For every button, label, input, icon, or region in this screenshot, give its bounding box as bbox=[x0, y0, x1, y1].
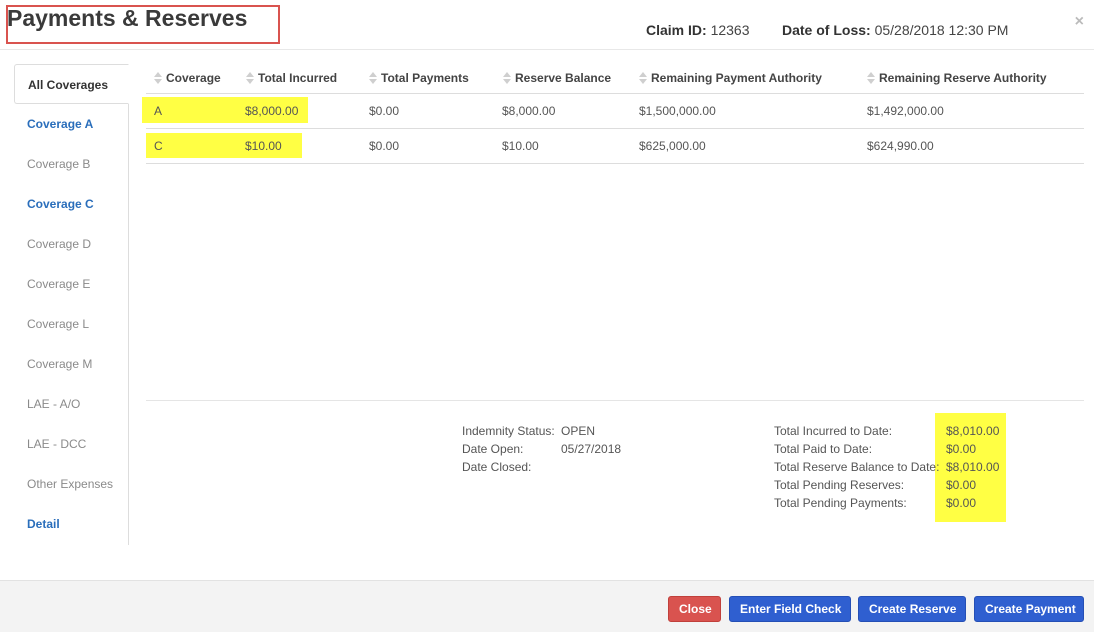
date-of-loss: Date of Loss: 05/28/2018 12:30 PM bbox=[782, 22, 1008, 38]
date-open-value: 05/27/2018 bbox=[561, 442, 622, 456]
column-header-reserve-balance[interactable]: Reserve Balance bbox=[503, 71, 611, 85]
sidebar-item-all-coverages[interactable]: All Coverages bbox=[14, 64, 129, 104]
enter-field-check-button[interactable]: Enter Field Check bbox=[729, 596, 851, 622]
total-pending-payments-value: $0.00 bbox=[946, 496, 977, 510]
cell-total-incurred: $10.00 bbox=[245, 139, 282, 153]
sort-icon bbox=[369, 72, 377, 84]
create-payment-button[interactable]: Create Payment bbox=[974, 596, 1084, 622]
indemnity-summary: Indemnity Status: OPEN Date Open: 05/27/… bbox=[462, 422, 621, 476]
total-row: Total Reserve Balance to Date: $8,010.00 bbox=[774, 458, 999, 476]
page-title: Payments & Reserves bbox=[7, 5, 248, 31]
claim-id-value: 12363 bbox=[710, 22, 750, 38]
modal-footer: Close Enter Field Check Create Reserve C… bbox=[0, 580, 1094, 632]
total-row: Total Pending Payments: $0.00 bbox=[774, 494, 976, 512]
cell-remaining-reserve-authority: $624,990.00 bbox=[867, 139, 934, 153]
table-row: C $10.00 $0.00 $10.00 $625,000.00 $624,9… bbox=[146, 129, 1084, 164]
sort-icon bbox=[246, 72, 254, 84]
sort-icon bbox=[503, 72, 511, 84]
sidebar-item-coverage-e[interactable]: Coverage E bbox=[14, 264, 128, 304]
sidebar-item-detail[interactable]: Detail bbox=[14, 504, 128, 544]
sort-icon bbox=[154, 72, 162, 84]
modal-header: Payments & Reserves Claim ID: 12363 Date… bbox=[0, 0, 1094, 50]
sidebar-item-other-expenses[interactable]: Other Expenses bbox=[14, 464, 128, 504]
date-closed-label: Date Closed: bbox=[462, 460, 532, 474]
total-incurred-value: $8,010.00 bbox=[946, 424, 1000, 438]
total-pending-reserves-label: Total Pending Reserves: bbox=[774, 478, 905, 492]
indemnity-status-value: OPEN bbox=[561, 424, 596, 438]
column-header-remaining-reserve-authority[interactable]: Remaining Reserve Authority bbox=[867, 71, 1047, 85]
column-header-coverage[interactable]: Coverage bbox=[154, 71, 221, 85]
total-row: Total Incurred to Date: $8,010.00 bbox=[774, 422, 999, 440]
total-incurred-label: Total Incurred to Date: bbox=[774, 424, 893, 438]
cell-total-payments: $0.00 bbox=[369, 104, 400, 118]
sort-icon bbox=[639, 72, 647, 84]
total-paid-label: Total Paid to Date: bbox=[774, 442, 873, 456]
coverage-table: Coverage Total Incurred Total Payments R… bbox=[142, 64, 1084, 164]
sidebar-item-lae-dcc[interactable]: LAE - DCC bbox=[14, 424, 128, 464]
date-of-loss-value: 05/28/2018 12:30 PM bbox=[874, 22, 1009, 38]
sidebar-item-coverage-a[interactable]: Coverage A bbox=[14, 104, 128, 144]
cell-coverage: C bbox=[154, 139, 163, 153]
total-paid-value: $0.00 bbox=[946, 442, 977, 456]
total-row: Total Pending Reserves: $0.00 bbox=[774, 476, 976, 494]
cell-remaining-payment-authority: $625,000.00 bbox=[639, 139, 706, 153]
sidebar-item-coverage-m[interactable]: Coverage M bbox=[14, 344, 128, 384]
total-pending-reserves-value: $0.00 bbox=[946, 478, 977, 492]
close-button[interactable]: Close bbox=[668, 596, 721, 622]
sidebar-item-coverage-b[interactable]: Coverage B bbox=[14, 144, 128, 184]
column-header-total-incurred[interactable]: Total Incurred bbox=[246, 71, 337, 85]
claim-id: Claim ID: 12363 bbox=[646, 22, 750, 38]
total-row: Total Paid to Date: $0.00 bbox=[774, 440, 976, 458]
column-header-total-payments[interactable]: Total Payments bbox=[369, 71, 469, 85]
table-row: A $8,000.00 $0.00 $8,000.00 $1,500,000.0… bbox=[142, 94, 1084, 129]
sort-icon bbox=[867, 72, 875, 84]
indemnity-status-label: Indemnity Status: bbox=[462, 424, 555, 438]
close-icon[interactable]: × bbox=[1075, 13, 1084, 31]
sidebar-item-coverage-l[interactable]: Coverage L bbox=[14, 304, 128, 344]
date-of-loss-label: Date of Loss: bbox=[782, 22, 871, 38]
total-reserve-balance-value: $8,010.00 bbox=[946, 460, 1000, 474]
create-reserve-button[interactable]: Create Reserve bbox=[858, 596, 966, 622]
cell-total-incurred: $8,000.00 bbox=[245, 104, 299, 118]
coverage-sidebar: All Coverages Coverage A Coverage B Cove… bbox=[14, 64, 129, 545]
section-divider bbox=[146, 400, 1084, 401]
sidebar-item-coverage-c[interactable]: Coverage C bbox=[14, 184, 128, 224]
table-header: Coverage Total Incurred Total Payments R… bbox=[146, 64, 1084, 94]
cell-coverage: A bbox=[154, 104, 163, 118]
cell-total-payments: $0.00 bbox=[369, 139, 400, 153]
totals-summary: Total Incurred to Date: $8,010.00 Total … bbox=[774, 422, 999, 512]
total-pending-payments-label: Total Pending Payments: bbox=[774, 496, 907, 510]
date-open-label: Date Open: bbox=[462, 442, 524, 456]
cell-reserve-balance: $10.00 bbox=[502, 139, 539, 153]
cell-remaining-reserve-authority: $1,492,000.00 bbox=[867, 104, 944, 118]
sidebar-item-coverage-d[interactable]: Coverage D bbox=[14, 224, 128, 264]
total-reserve-balance-label: Total Reserve Balance to Date: bbox=[774, 460, 940, 474]
claim-id-label: Claim ID: bbox=[646, 22, 707, 38]
column-header-remaining-payment-authority[interactable]: Remaining Payment Authority bbox=[639, 71, 822, 85]
cell-reserve-balance: $8,000.00 bbox=[502, 104, 556, 118]
sidebar-item-lae-ao[interactable]: LAE - A/O bbox=[14, 384, 128, 424]
cell-remaining-payment-authority: $1,500,000.00 bbox=[639, 104, 716, 118]
